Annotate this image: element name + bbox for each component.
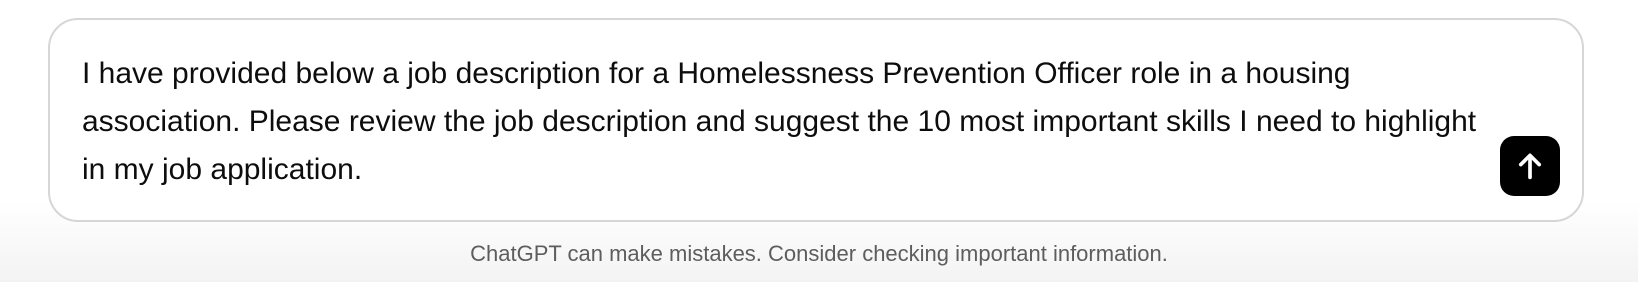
message-composer[interactable]: I have provided below a job description … [48, 18, 1584, 222]
disclaimer-text: ChatGPT can make mistakes. Consider chec… [470, 241, 1168, 266]
message-input[interactable]: I have provided below a job description … [82, 50, 1482, 194]
send-button[interactable] [1500, 136, 1560, 196]
arrow-up-icon [1518, 153, 1542, 180]
